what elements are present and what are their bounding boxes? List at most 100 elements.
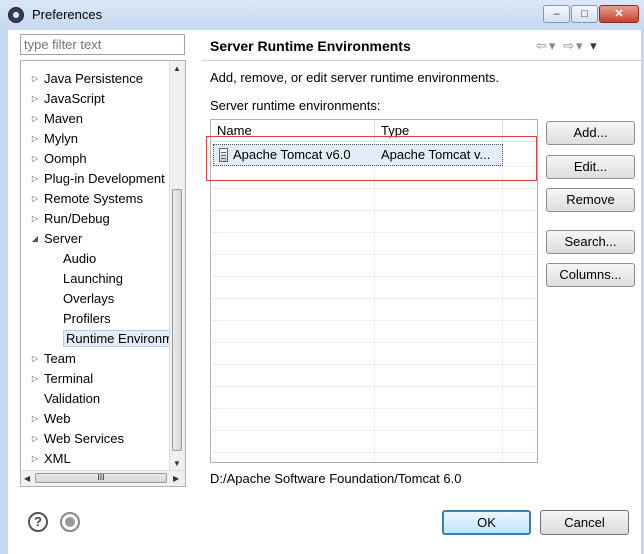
title-bar: Preferences – □ ✕ xyxy=(0,0,644,31)
tree-item-label: Validation xyxy=(44,391,101,406)
eclipse-icon xyxy=(8,7,24,23)
tree-item[interactable]: Validation xyxy=(31,389,100,409)
table-gridline xyxy=(211,276,537,277)
collapsed-twisty-icon[interactable]: ▷ xyxy=(30,149,40,169)
cancel-button[interactable]: Cancel xyxy=(540,510,629,535)
back-arrow-icon[interactable]: ⇦ xyxy=(536,38,549,53)
tree-item-label: Oomph xyxy=(44,151,87,166)
collapsed-twisty-icon[interactable]: ▷ xyxy=(30,109,40,129)
tree-item[interactable]: ▷ Run/Debug xyxy=(31,209,110,229)
tree-item-label: Remote Systems xyxy=(44,191,143,206)
filter-input[interactable] xyxy=(20,34,185,55)
column-divider xyxy=(374,142,375,462)
close-button[interactable]: ✕ xyxy=(599,5,639,23)
back-menu-chevron-icon[interactable]: ▾ xyxy=(549,38,558,53)
tree-horizontal-scrollbar[interactable]: ◀ III ▶ xyxy=(21,470,185,486)
tree-scroll-thumb[interactable] xyxy=(172,189,182,451)
tree-item-label: JavaScript xyxy=(44,91,105,106)
tree-item[interactable]: Audio xyxy=(63,249,96,269)
tree-item[interactable]: ▷ XML xyxy=(31,449,71,469)
tree-item-label: Launching xyxy=(63,271,123,286)
tree-item[interactable]: ▷ Web Services xyxy=(31,429,124,449)
tree-item[interactable]: ▷ Oomph xyxy=(31,149,87,169)
table-gridline xyxy=(211,408,537,409)
scroll-right-arrow-icon[interactable]: ▶ xyxy=(173,474,179,483)
collapsed-twisty-icon[interactable]: ▷ xyxy=(30,409,40,429)
collapsed-twisty-icon[interactable]: ▷ xyxy=(30,69,40,89)
tree-item[interactable]: ▷ Remote Systems xyxy=(31,189,143,209)
tree-item-label: Runtime Environm xyxy=(63,330,176,347)
tree-vertical-scrollbar[interactable]: ▲ ▼ xyxy=(169,61,185,471)
collapsed-twisty-icon[interactable]: ▷ xyxy=(30,209,40,229)
table-gridline xyxy=(211,342,537,343)
scroll-down-arrow-icon[interactable]: ▼ xyxy=(173,459,181,468)
collapsed-twisty-icon[interactable]: ▷ xyxy=(30,369,40,389)
preferences-tree: ▷ XML ▷ Web Services ▷ Web Validation ▷ Terminal… xyxy=(20,60,186,487)
forward-menu-chevron-icon[interactable]: ▾ xyxy=(576,38,585,53)
tree-item[interactable]: ◢ Server xyxy=(31,229,82,249)
tree-item-label: Team xyxy=(44,351,76,366)
tree-item-label: Web xyxy=(44,411,71,426)
table-gridline xyxy=(211,188,537,189)
table-gridline xyxy=(211,210,537,211)
tree-item-label: Java Persistence xyxy=(44,71,143,86)
window-frame-left xyxy=(0,30,8,554)
collapsed-twisty-icon[interactable]: ▷ xyxy=(30,349,40,369)
dialog-content: ▷ XML ▷ Web Services ▷ Web Validation ▷ Terminal… xyxy=(8,30,641,554)
tree-item[interactable]: ▷ Plug-in Development xyxy=(31,169,165,189)
tree-item[interactable]: ▷ Maven xyxy=(31,109,83,129)
tree-item-label: Run/Debug xyxy=(44,211,110,226)
tree-item-label: Plug-in Development xyxy=(44,171,165,186)
tree-item[interactable]: Overlays xyxy=(63,289,114,309)
table-gridline xyxy=(211,452,537,453)
page-title: Server Runtime Environments xyxy=(210,38,411,54)
collapsed-twisty-icon[interactable]: ▷ xyxy=(30,429,40,449)
runtime-location-path: D:/Apache Software Foundation/Tomcat 6.0 xyxy=(210,471,462,486)
help-icon[interactable]: ? xyxy=(28,512,48,532)
table-label: Server runtime environments: xyxy=(210,98,381,113)
tree-item[interactable]: ▷ Team xyxy=(31,349,76,369)
tree-item[interactable]: ▷ Java Persistence xyxy=(31,69,143,89)
annotation-highlight-box xyxy=(206,136,537,181)
collapsed-twisty-icon[interactable]: ▷ xyxy=(30,169,40,189)
tree-item-label: Profilers xyxy=(63,311,111,326)
column-divider xyxy=(502,142,503,462)
tree-item[interactable]: ▷ Web xyxy=(31,409,71,429)
tree-item[interactable]: ▷ Terminal xyxy=(31,369,93,389)
add-button[interactable]: Add... xyxy=(546,121,635,145)
page-description: Add, remove, or edit server runtime envi… xyxy=(210,70,500,85)
tree-item-label: Web Services xyxy=(44,431,124,446)
minimize-button[interactable]: – xyxy=(543,5,570,23)
tree-item-label: Terminal xyxy=(44,371,94,386)
columns-button[interactable]: Columns... xyxy=(546,263,635,287)
record-preferences-icon[interactable] xyxy=(60,512,80,532)
tree-item[interactable]: ▷ Mylyn xyxy=(31,129,78,149)
tree-item[interactable]: Profilers xyxy=(63,309,111,329)
table-gridline xyxy=(211,320,537,321)
tree-hscroll-thumb[interactable]: III xyxy=(35,473,167,483)
table-gridline xyxy=(211,430,537,431)
search-button[interactable]: Search... xyxy=(546,230,635,254)
table-gridline xyxy=(211,298,537,299)
ok-button[interactable]: OK xyxy=(442,510,531,535)
tree-item[interactable]: Launching xyxy=(63,269,123,289)
window-title: Preferences xyxy=(32,7,103,22)
remove-button[interactable]: Remove xyxy=(546,188,635,212)
collapsed-twisty-icon[interactable]: ▷ xyxy=(30,89,40,109)
expanded-twisty-icon[interactable]: ◢ xyxy=(30,229,40,249)
collapsed-twisty-icon[interactable]: ▷ xyxy=(30,129,40,149)
scroll-left-arrow-icon[interactable]: ◀ xyxy=(24,474,30,483)
collapsed-twisty-icon[interactable]: ▷ xyxy=(30,449,40,469)
tree-item-label: Mylyn xyxy=(44,131,78,146)
collapsed-twisty-icon[interactable]: ▷ xyxy=(30,189,40,209)
tree-item-label: Server xyxy=(44,231,83,246)
tree-item[interactable]: Runtime Environm xyxy=(63,329,176,349)
tree-item[interactable]: ▷ JavaScript xyxy=(31,89,105,109)
table-gridline xyxy=(211,364,537,365)
tree-item-label: Maven xyxy=(44,111,84,126)
view-menu-chevron-icon[interactable]: ▾ xyxy=(590,38,599,53)
maximize-button[interactable]: □ xyxy=(571,5,598,23)
edit-button[interactable]: Edit... xyxy=(546,155,635,179)
scroll-up-arrow-icon[interactable]: ▲ xyxy=(173,64,181,73)
forward-arrow-icon[interactable]: ⇨ xyxy=(563,38,576,53)
